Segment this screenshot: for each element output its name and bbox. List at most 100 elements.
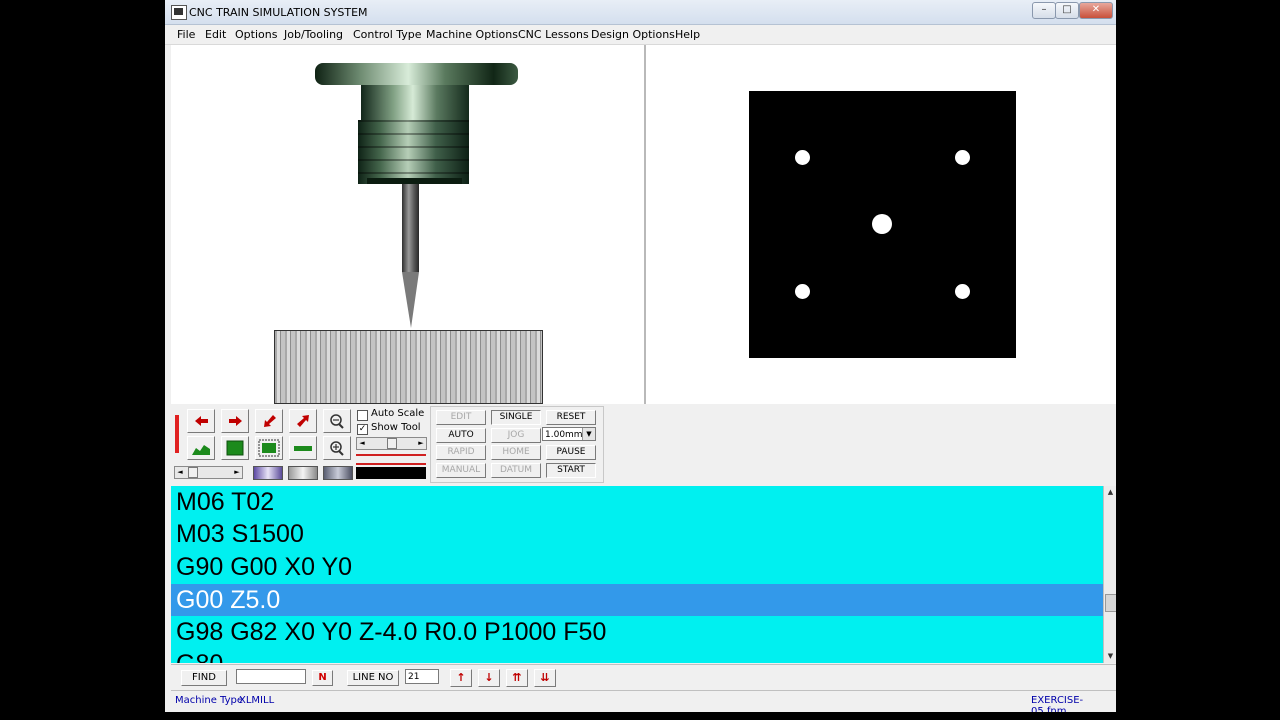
auto-scale-label: Auto Scale: [371, 408, 425, 419]
menu-cnc-lessons[interactable]: CNC Lessons: [518, 28, 589, 41]
spindle-flange: [315, 63, 518, 85]
arrow-right-icon: [229, 416, 242, 426]
scroll-right-icon[interactable]: ►: [232, 467, 242, 478]
auto-mode-button[interactable]: AUTO: [436, 428, 486, 443]
window-title: CNC TRAIN SIMULATION SYSTEM: [189, 6, 368, 19]
view-fit-button[interactable]: [255, 436, 283, 460]
menu-edit[interactable]: Edit: [205, 28, 226, 41]
find-button[interactable]: FIND: [181, 670, 227, 686]
move-down-left-button[interactable]: [255, 409, 283, 433]
menu-file[interactable]: File: [177, 28, 195, 41]
move-up-right-button[interactable]: [289, 409, 317, 433]
page-up-button[interactable]: ⇈: [506, 669, 528, 687]
move-left-button[interactable]: [187, 409, 215, 433]
increment-select[interactable]: 1.00mm ▼: [542, 427, 596, 441]
program-line[interactable]: M03 S1500: [176, 518, 304, 551]
reset-button[interactable]: RESET: [546, 410, 596, 425]
line-no-button[interactable]: LINE NO: [347, 670, 399, 686]
page-down-button[interactable]: ⇊: [534, 669, 556, 687]
zoom-in-icon: [330, 441, 344, 456]
double-arrow-up-icon: ⇈: [512, 671, 522, 684]
view-solid-button[interactable]: [221, 436, 249, 460]
terrain-icon: [192, 445, 210, 455]
material-swatch-dark[interactable]: [323, 466, 353, 480]
manual-mode-button[interactable]: MANUAL: [436, 463, 486, 478]
program-line[interactable]: G80: [176, 648, 223, 663]
increment-value: 1.00mm: [545, 430, 583, 440]
material-swatch-purple[interactable]: [253, 466, 283, 480]
menu-options[interactable]: Options: [235, 28, 277, 41]
color-indicator: [356, 467, 426, 479]
menu-control-type[interactable]: Control Type: [353, 28, 422, 41]
zoom-out-button[interactable]: [323, 409, 351, 433]
line-down-button[interactable]: ↓: [478, 669, 500, 687]
menu-job-tooling[interactable]: Job/Tooling: [284, 28, 343, 41]
tool-shank: [402, 184, 419, 272]
find-input[interactable]: [236, 669, 306, 684]
line-no-input[interactable]: 21: [405, 669, 439, 684]
slider-thumb[interactable]: [188, 467, 198, 478]
program-line[interactable]: M06 T02: [176, 486, 274, 519]
machine-type-value: XLMILL: [239, 695, 275, 706]
status-bar: Machine Type XLMILL EXERCISE-05.fnm: [171, 690, 1116, 712]
material-swatch-steel[interactable]: [288, 466, 318, 480]
rapid-mode-button[interactable]: RAPID: [436, 445, 486, 460]
minimize-button[interactable]: –: [1032, 2, 1056, 19]
slider-thumb[interactable]: [387, 438, 397, 449]
scroll-right-icon[interactable]: ►: [416, 438, 426, 449]
scrollbar-thumb[interactable]: [1105, 594, 1116, 612]
menu-design-options[interactable]: Design Options: [591, 28, 675, 41]
menu-help[interactable]: Help: [675, 28, 700, 41]
jog-mode-button[interactable]: JOG: [491, 428, 541, 443]
part-plate: [749, 91, 1016, 358]
auto-scale-checkbox[interactable]: [357, 410, 368, 421]
n-button[interactable]: N: [312, 670, 333, 686]
menu-machine-options[interactable]: Machine Options: [426, 28, 518, 41]
drilled-hole: [955, 284, 970, 299]
control-toolbar: ◄ ► Auto Scale ✓ Show Tool ◄ ► EDIT SING…: [171, 405, 1116, 485]
view-profile-button[interactable]: [187, 436, 215, 460]
edit-mode-button[interactable]: EDIT: [436, 410, 486, 425]
machine-view: [171, 45, 644, 404]
maximize-button[interactable]: □: [1055, 2, 1079, 19]
drilled-hole: [872, 214, 892, 234]
scroll-left-icon[interactable]: ◄: [175, 467, 185, 478]
arrow-up-icon: ↑: [456, 671, 466, 684]
single-mode-button[interactable]: SINGLE: [491, 410, 541, 425]
program-editor[interactable]: M06 T02 M03 S1500 G90 G00 X0 Y0 G00 Z5.0…: [171, 486, 1103, 663]
current-line-highlight: [171, 584, 1103, 616]
datum-mode-button[interactable]: DATUM: [491, 463, 541, 478]
drilled-hole: [795, 284, 810, 299]
show-tool-checkbox[interactable]: ✓: [357, 424, 368, 435]
app-icon: [171, 5, 187, 20]
feed-indicator: [356, 454, 426, 465]
editor-scrollbar[interactable]: ▲ ▼: [1103, 486, 1116, 663]
scroll-down-icon[interactable]: ▼: [1104, 650, 1116, 663]
app-window: CNC TRAIN SIMULATION SYSTEM – □ ✕ File E…: [165, 0, 1116, 712]
close-button[interactable]: ✕: [1079, 2, 1113, 19]
find-bar: FIND N LINE NO 21 ↑ ↓ ⇈ ⇊: [171, 664, 1116, 689]
program-line[interactable]: G98 G82 X0 Y0 Z-4.0 R0.0 P1000 F50: [176, 616, 606, 649]
zoom-in-button[interactable]: [323, 436, 351, 460]
arrow-up-right-icon: [297, 415, 309, 427]
scroll-up-icon[interactable]: ▲: [1104, 486, 1116, 499]
drilled-hole: [955, 150, 970, 165]
solid-block-icon: [226, 440, 244, 456]
show-tool-label: Show Tool: [371, 422, 421, 433]
speed-slider[interactable]: ◄ ►: [174, 466, 243, 479]
home-mode-button[interactable]: HOME: [491, 445, 541, 460]
start-button[interactable]: START: [546, 463, 596, 478]
scroll-left-icon[interactable]: ◄: [357, 438, 367, 449]
menu-bar: File Edit Options Job/Tooling Control Ty…: [165, 25, 1116, 45]
move-right-button[interactable]: [221, 409, 249, 433]
part-view: [646, 45, 1116, 404]
view-side-button[interactable]: [289, 436, 317, 460]
dropdown-arrow-icon[interactable]: ▼: [582, 428, 595, 440]
arrow-left-icon: [195, 416, 208, 426]
line-up-button[interactable]: ↑: [450, 669, 472, 687]
drilled-hole: [795, 150, 810, 165]
program-line[interactable]: G90 G00 X0 Y0: [176, 551, 352, 584]
program-line-current[interactable]: G00 Z5.0: [176, 584, 280, 617]
tool-size-slider[interactable]: ◄ ►: [356, 437, 427, 450]
pause-button[interactable]: PAUSE: [546, 445, 596, 460]
